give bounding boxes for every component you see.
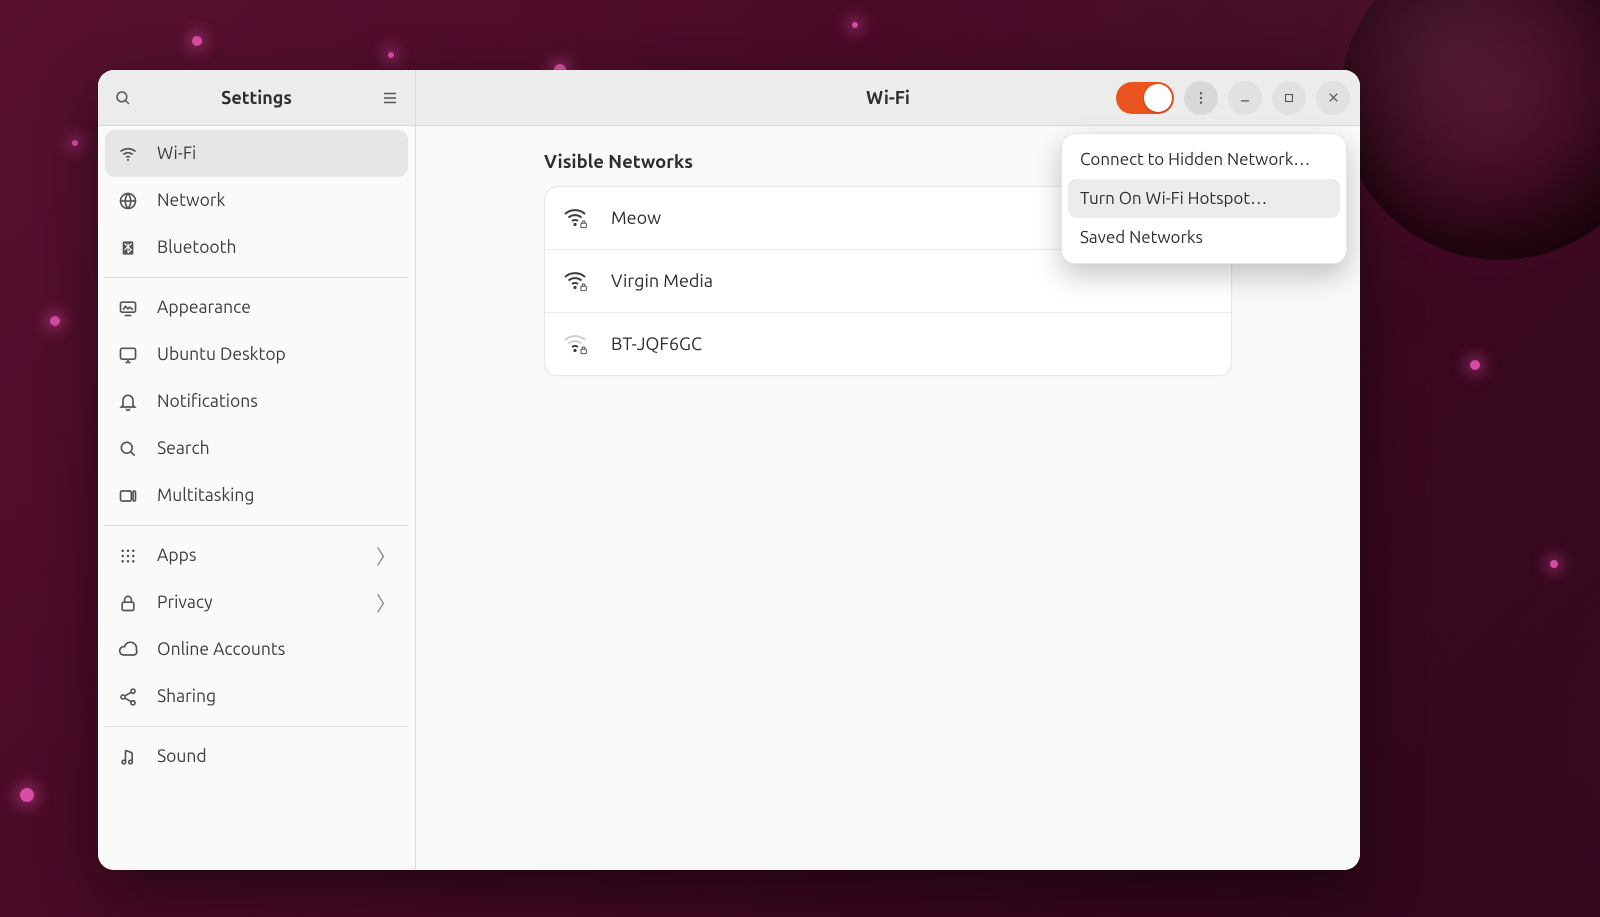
appearance-icon xyxy=(117,298,139,318)
close-icon xyxy=(1327,91,1340,104)
sidebar-item-apps[interactable]: Apps 〉 xyxy=(105,532,408,579)
window-maximize-button[interactable] xyxy=(1272,81,1306,115)
sidebar-menu-button[interactable] xyxy=(373,81,407,115)
wallpaper-star xyxy=(192,36,202,46)
sidebar-item-label: Sharing xyxy=(157,687,216,706)
sidebar-item-label: Wi-Fi xyxy=(157,144,196,163)
sidebar-item-label: Multitasking xyxy=(157,486,255,505)
sidebar-item-label: Online Accounts xyxy=(157,640,285,659)
bell-icon xyxy=(117,392,139,412)
wallpaper-star xyxy=(50,316,60,326)
chevron-right-icon: 〉 xyxy=(376,541,396,570)
wallpaper-planet xyxy=(1340,0,1600,260)
wifi-signal-icon xyxy=(563,269,589,293)
wallpaper-star xyxy=(20,788,34,802)
popover-item[interactable]: Turn On Wi-Fi Hotspot… xyxy=(1068,179,1340,218)
sidebar-item-multitasking[interactable]: Multitasking xyxy=(105,472,408,519)
popover-item-label: Saved Networks xyxy=(1080,228,1203,247)
wallpaper-star xyxy=(852,22,858,28)
sidebar-separator xyxy=(105,525,408,526)
sidebar-item-label: Notifications xyxy=(157,392,258,411)
settings-sidebar: Settings Wi-Fi Network Bluetooth Appearance… xyxy=(98,70,416,870)
network-ssid: Virgin Media xyxy=(611,271,713,291)
sidebar-item-label: Sound xyxy=(157,747,207,766)
main-header: Wi-Fi xyxy=(416,70,1360,126)
cloud-icon xyxy=(117,640,139,660)
sidebar-item-notifications[interactable]: Notifications xyxy=(105,378,408,425)
network-row[interactable]: BT-JQF6GC xyxy=(545,313,1231,375)
lock-icon xyxy=(117,593,139,613)
sidebar-item-network[interactable]: Network xyxy=(105,177,408,224)
header-controls xyxy=(1116,81,1350,115)
sidebar-item-wi-fi[interactable]: Wi-Fi xyxy=(105,130,408,177)
sidebar-item-label: Appearance xyxy=(157,298,251,317)
wallpaper-star xyxy=(1550,560,1558,568)
wifi-icon xyxy=(117,144,139,164)
sidebar-item-label: Network xyxy=(157,191,225,210)
sidebar-item-search[interactable]: Search xyxy=(105,425,408,472)
sidebar-item-sound[interactable]: Sound xyxy=(105,733,408,780)
sidebar-item-privacy[interactable]: Privacy 〉 xyxy=(105,579,408,626)
sidebar-item-label: Search xyxy=(157,439,210,458)
sound-icon xyxy=(117,747,139,767)
network-ssid: BT-JQF6GC xyxy=(611,334,702,354)
wifi-signal-icon xyxy=(563,332,589,356)
network-ssid: Meow xyxy=(611,208,661,228)
window-close-button[interactable] xyxy=(1316,81,1350,115)
wifi-toggle-knob xyxy=(1144,84,1172,112)
wifi-options-popover: Connect to Hidden Network… Turn On Wi-Fi … xyxy=(1061,133,1347,264)
desktop-icon xyxy=(117,345,139,365)
maximize-icon xyxy=(1283,92,1295,104)
sidebar-header: Settings xyxy=(98,70,415,126)
window-minimize-button[interactable] xyxy=(1228,81,1262,115)
popover-item-label: Connect to Hidden Network… xyxy=(1080,150,1310,169)
sidebar-title: Settings xyxy=(221,88,292,108)
chevron-right-icon: 〉 xyxy=(376,588,396,617)
sidebar-item-bluetooth[interactable]: Bluetooth xyxy=(105,224,408,271)
sidebar-item-label: Bluetooth xyxy=(157,238,237,257)
wifi-signal-icon xyxy=(563,206,589,230)
main-panel: Wi-Fi xyxy=(416,70,1360,870)
sidebar-item-label: Ubuntu Desktop xyxy=(157,345,286,364)
sidebar-separator xyxy=(105,277,408,278)
share-icon xyxy=(117,687,139,707)
wallpaper-star xyxy=(388,52,394,58)
multitask-icon xyxy=(117,486,139,506)
search-icon xyxy=(117,439,139,459)
bluetooth-icon xyxy=(117,238,139,258)
minimize-icon xyxy=(1238,91,1252,105)
settings-window: Settings Wi-Fi Network Bluetooth Appearance… xyxy=(98,70,1360,870)
popover-item[interactable]: Saved Networks xyxy=(1068,218,1340,257)
sidebar-item-label: Privacy xyxy=(157,593,213,612)
sidebar-item-sharing[interactable]: Sharing xyxy=(105,673,408,720)
sidebar-separator xyxy=(105,726,408,727)
sidebar-item-label: Apps xyxy=(157,546,196,565)
sidebar-item-ubuntu-desktop[interactable]: Ubuntu Desktop xyxy=(105,331,408,378)
sidebar-item-online-accounts[interactable]: Online Accounts xyxy=(105,626,408,673)
sidebar-search-button[interactable] xyxy=(106,81,140,115)
popover-item-label: Turn On Wi-Fi Hotspot… xyxy=(1080,189,1267,208)
page-title: Wi-Fi xyxy=(866,88,910,108)
search-icon xyxy=(114,89,132,107)
popover-item[interactable]: Connect to Hidden Network… xyxy=(1068,140,1340,179)
wallpaper-star xyxy=(1470,360,1480,370)
wallpaper-star xyxy=(72,140,78,146)
sidebar-item-appearance[interactable]: Appearance xyxy=(105,284,408,331)
wifi-more-menu-button[interactable] xyxy=(1184,81,1218,115)
hamburger-icon xyxy=(381,89,399,107)
kebab-icon xyxy=(1193,90,1209,106)
wifi-toggle[interactable] xyxy=(1116,82,1174,114)
apps-icon xyxy=(117,547,139,565)
sidebar-navlist: Wi-Fi Network Bluetooth Appearance Ubuntu De… xyxy=(98,126,415,784)
network-icon xyxy=(117,191,139,211)
